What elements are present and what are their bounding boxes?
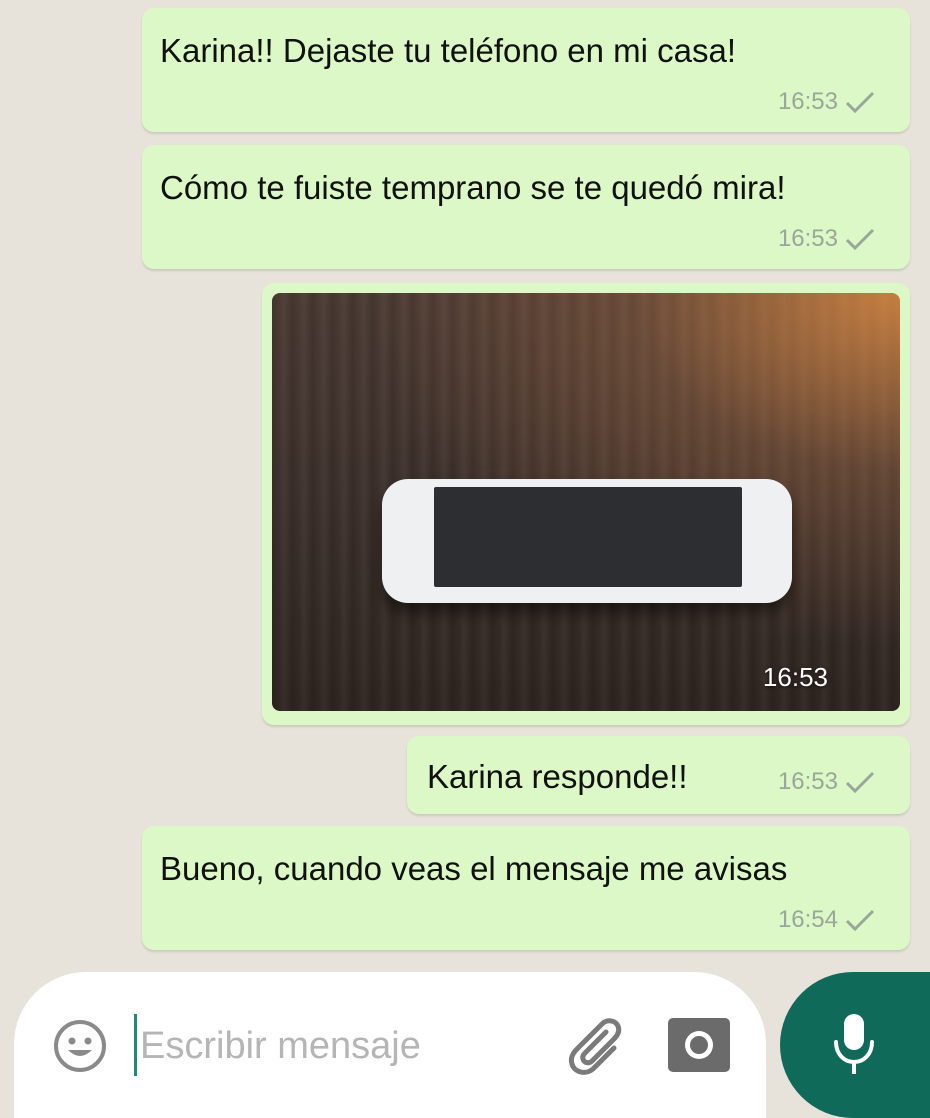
text-caret [134, 1014, 137, 1076]
smartphone-image [382, 479, 792, 603]
microphone-icon [834, 1014, 874, 1074]
message-text: Karina!! Dejaste tu teléfono en mi casa! [160, 32, 736, 69]
message-bubble[interactable]: Karina!! Dejaste tu teléfono en mi casa!… [142, 8, 910, 132]
message-input[interactable] [138, 1016, 532, 1076]
message-composer [14, 972, 766, 1118]
sent-check-icon [845, 909, 875, 932]
image-message-bubble[interactable]: 16:53 [262, 283, 910, 725]
phone-screen [434, 487, 742, 587]
message-bubble[interactable]: Cómo te fuiste temprano se te quedó mira… [142, 145, 910, 269]
message-meta: 16:53 [778, 768, 876, 796]
message-time: 16:53 [777, 225, 838, 252]
message-text: Cómo te fuiste temprano se te quedó mira… [160, 169, 786, 206]
message-meta: 16:53 [778, 225, 876, 253]
message-bubble[interactable]: Karina responde!! 16:53 [407, 736, 910, 814]
message-time: 16:54 [777, 906, 838, 933]
sent-check-icon [845, 228, 875, 251]
emoji-icon[interactable] [52, 1018, 108, 1074]
paperclip-icon[interactable] [562, 1012, 632, 1082]
camera-icon[interactable] [666, 1014, 732, 1074]
microphone-button[interactable] [780, 972, 930, 1118]
sent-check-icon [845, 771, 875, 794]
message-time: 16:53 [777, 768, 838, 795]
message-time: 16:53 [777, 88, 838, 115]
message-meta: 16:54 [778, 906, 876, 934]
message-meta: 16:53 [778, 88, 876, 116]
message-text: Bueno, cuando veas el mensaje me avisas [160, 850, 788, 887]
message-bubble[interactable]: Bueno, cuando veas el mensaje me avisas … [142, 826, 910, 950]
message-photo[interactable]: 16:53 [272, 293, 900, 711]
sent-check-icon [845, 91, 875, 114]
message-time: 16:53 [762, 662, 828, 692]
